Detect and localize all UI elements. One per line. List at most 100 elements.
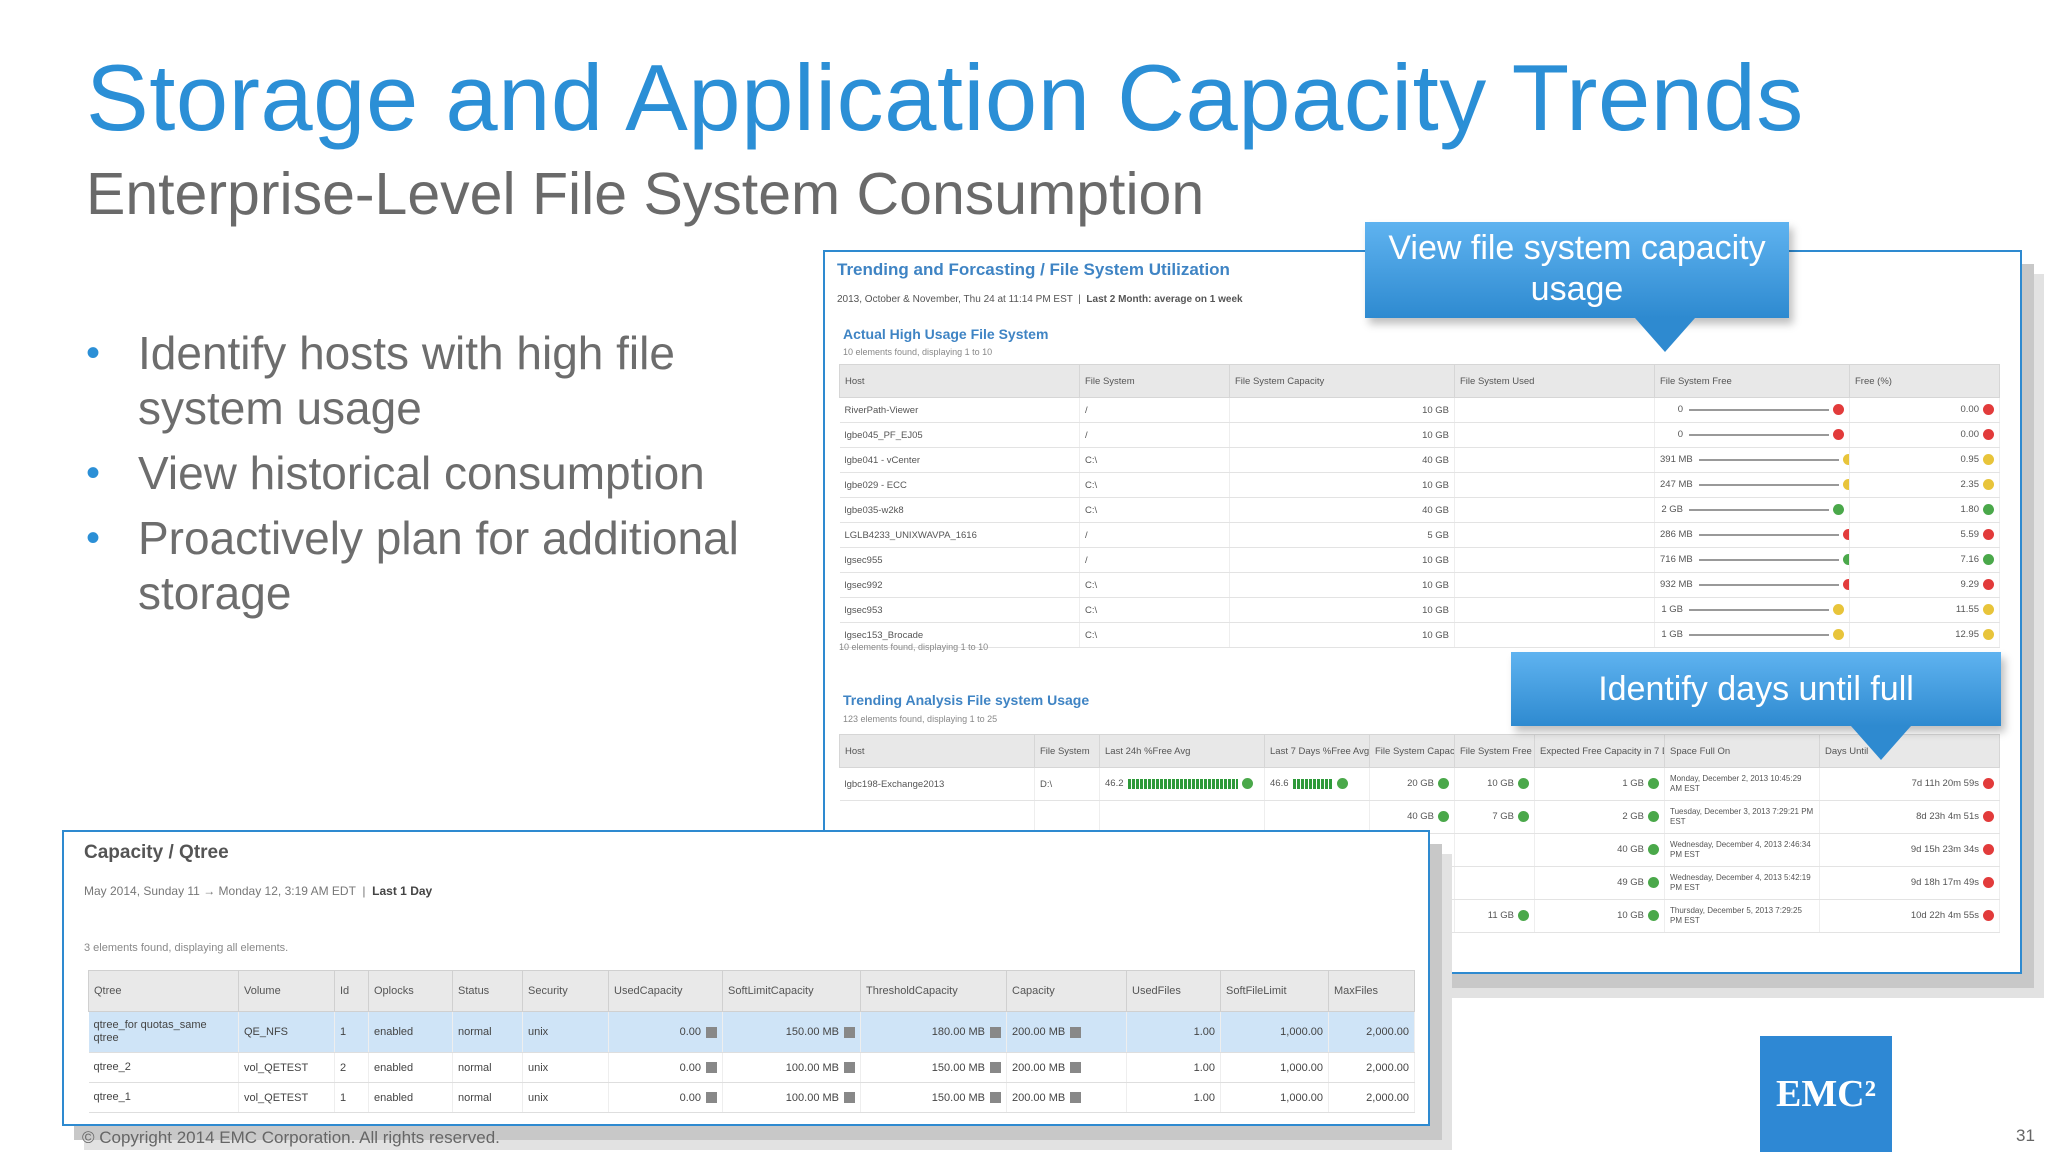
sparkline — [1698, 458, 1839, 461]
column-header[interactable]: SoftFileLimit — [1220, 970, 1329, 1012]
callout-pointer — [1635, 318, 1695, 352]
table-cell: 7.16 — [1849, 547, 2000, 573]
column-header[interactable]: File System Free — [1454, 734, 1535, 768]
table-cell: lgbe041 - vCenter — [839, 447, 1080, 473]
column-header[interactable]: ThresholdCapacity — [860, 970, 1007, 1012]
column-header[interactable]: Qtree — [88, 970, 239, 1012]
status-dot-icon — [1438, 811, 1449, 823]
column-header[interactable]: Status — [452, 970, 523, 1012]
column-header[interactable]: File System Used — [1454, 364, 1655, 398]
table-cell: 46.2 — [1099, 767, 1265, 801]
table-row[interactable]: qtree_1 vol_QETEST 1 enabled normal unix 0.00 1… — [88, 1082, 1415, 1113]
table-row[interactable]: lgsec955/10 GB 716 MB 7.16 — [839, 547, 2000, 573]
column-header[interactable]: File System — [1079, 364, 1230, 398]
table-cell: LGLB4233_UNIXWAVPA_1616 — [839, 522, 1080, 548]
table-cell — [1034, 800, 1100, 834]
table-row[interactable]: lgbc198-Exchange2013 D:\ 46.2 46.6 20 GB 10 G… — [839, 767, 2000, 801]
table-row[interactable]: RiverPath-Viewer/10 GB 0 0.00 — [839, 397, 2000, 423]
table-cell: Monday, December 2, 2013 10:45:29 AM EST — [1664, 767, 1820, 801]
table-cell — [1454, 472, 1655, 498]
column-header[interactable]: File System Capacity — [1229, 364, 1455, 398]
column-header[interactable]: Space Full On — [1664, 734, 1820, 768]
table-cell: 1.00 — [1126, 1082, 1221, 1113]
column-header[interactable]: UsedCapacity — [608, 970, 723, 1012]
table-row[interactable]: lgsec953 C:\ 10 GB 1 GB 11.55 — [839, 597, 2000, 623]
column-header[interactable]: Expected Free Capacity in 7 Days — [1534, 734, 1665, 768]
table-cell: normal — [452, 1082, 523, 1113]
table-cell: 11.55 — [1849, 597, 2000, 623]
bar-icon — [706, 1026, 717, 1038]
table-cell: 2,000.00 — [1328, 1082, 1415, 1113]
table-cell: qtree_2 — [88, 1052, 239, 1083]
table-row[interactable]: 40 GB 7 GB 2 GB Tuesday, December 3, 2013 7… — [839, 800, 2000, 834]
table-cell: 1 GB — [1654, 597, 1850, 623]
column-header[interactable]: Oplocks — [368, 970, 453, 1012]
high-usage-table: Host File System File System Capacity Fi… — [839, 364, 2000, 648]
sparkline — [1689, 608, 1829, 611]
table-cell: unix — [522, 1011, 609, 1053]
table-cell: normal — [452, 1052, 523, 1083]
status-dot-icon — [1648, 877, 1659, 889]
bar-icon — [844, 1062, 855, 1074]
column-header[interactable]: File System Free — [1654, 364, 1850, 398]
table-row[interactable]: qtree_for quotas_same qtree QE_NFS 1 enable… — [88, 1011, 1415, 1053]
table-cell: C:\ — [1079, 472, 1230, 498]
bar-icon — [844, 1092, 855, 1104]
column-header[interactable]: Host — [839, 364, 1080, 398]
column-header[interactable]: Id — [334, 970, 369, 1012]
qtree-count: 3 elements found, displaying all element… — [84, 942, 289, 954]
table-row[interactable]: lgsec153_Brocade C:\ 10 GB 1 GB 12.95 — [839, 622, 2000, 648]
column-header[interactable]: File System Capacity — [1369, 734, 1455, 768]
bullet-dot-icon: • — [86, 451, 101, 495]
table-cell: 2 GB — [1534, 800, 1665, 834]
column-header[interactable]: Last 24h %Free Avg — [1099, 734, 1265, 768]
table-row[interactable]: lgsec992 C:\ 10 GB 932 MB 9.29 — [839, 572, 2000, 598]
status-dot-icon — [1983, 529, 1994, 541]
bar-icon — [706, 1062, 717, 1074]
table-cell — [839, 800, 1035, 834]
status-dot-icon — [1983, 404, 1994, 416]
status-dot-icon — [1842, 554, 1849, 566]
column-header[interactable]: Capacity — [1006, 970, 1127, 1012]
column-header[interactable]: SoftLimitCapacity — [722, 970, 861, 1012]
table-cell: 20 GB — [1369, 767, 1455, 801]
panel-period: May 2014, Sunday 11 → Monday 12, 3:19 AM… — [84, 884, 433, 898]
table-row[interactable]: LGLB4233_UNIXWAVPA_1616/5 GB 286 MB 5.59 — [839, 522, 2000, 548]
table-cell: / — [1079, 547, 1230, 573]
table-row[interactable]: lgbe029 - ECC C:\ 10 GB 247 MB 2.35 — [839, 472, 2000, 498]
column-header[interactable]: Volume — [238, 970, 335, 1012]
table-cell: 10 GB — [1229, 472, 1455, 498]
column-header[interactable]: File System — [1034, 734, 1100, 768]
sparkline — [1689, 508, 1829, 511]
table-cell: 391 MB — [1654, 447, 1850, 473]
table-row[interactable]: lgbe041 - vCenter C:\ 40 GB 391 MB 0.95 — [839, 447, 2000, 473]
table-row[interactable]: qtree_2 vol_QETEST 2 enabled normal unix 0.00 1… — [88, 1052, 1415, 1083]
column-header[interactable]: UsedFiles — [1126, 970, 1221, 1012]
capacity-qtree-panel: Capacity / Qtree May 2014, Sunday 11 → M… — [62, 830, 1430, 1126]
status-dot-icon — [1842, 479, 1849, 491]
table-cell — [1454, 866, 1535, 900]
table-cell: lgbe029 - ECC — [839, 472, 1080, 498]
page-number: 31 — [2016, 1126, 2035, 1145]
column-header[interactable]: Host — [839, 734, 1035, 768]
table-row[interactable]: lgbe035-w2k8 C:\ 40 GB 2 GB 1.80 — [839, 497, 2000, 523]
table-cell: 40 GB — [1369, 800, 1455, 834]
status-dot-icon — [1833, 629, 1844, 641]
sparkline — [1689, 408, 1829, 411]
table-cell: 1.00 — [1126, 1052, 1221, 1083]
column-header[interactable]: MaxFiles — [1328, 970, 1415, 1012]
table-cell: C:\ — [1079, 622, 1230, 648]
table-cell — [1099, 800, 1265, 834]
table-cell: 2,000.00 — [1328, 1011, 1415, 1053]
status-dot-icon — [1983, 604, 1994, 616]
table-cell: Tuesday, December 3, 2013 7:29:21 PM EST — [1664, 800, 1820, 834]
status-dot-icon — [1983, 910, 1994, 922]
column-header[interactable]: Security — [522, 970, 609, 1012]
table-row[interactable]: lgbe045_PF_EJ05/10 GB 0 0.00 — [839, 422, 2000, 448]
column-header[interactable]: Last 7 Days %Free Avg — [1264, 734, 1370, 768]
table-cell: 1 GB — [1654, 622, 1850, 648]
column-header[interactable]: Free (%) — [1849, 364, 2000, 398]
table-cell — [1454, 597, 1655, 623]
sparkline — [1698, 483, 1839, 486]
table-cell: 1.80 — [1849, 497, 2000, 523]
